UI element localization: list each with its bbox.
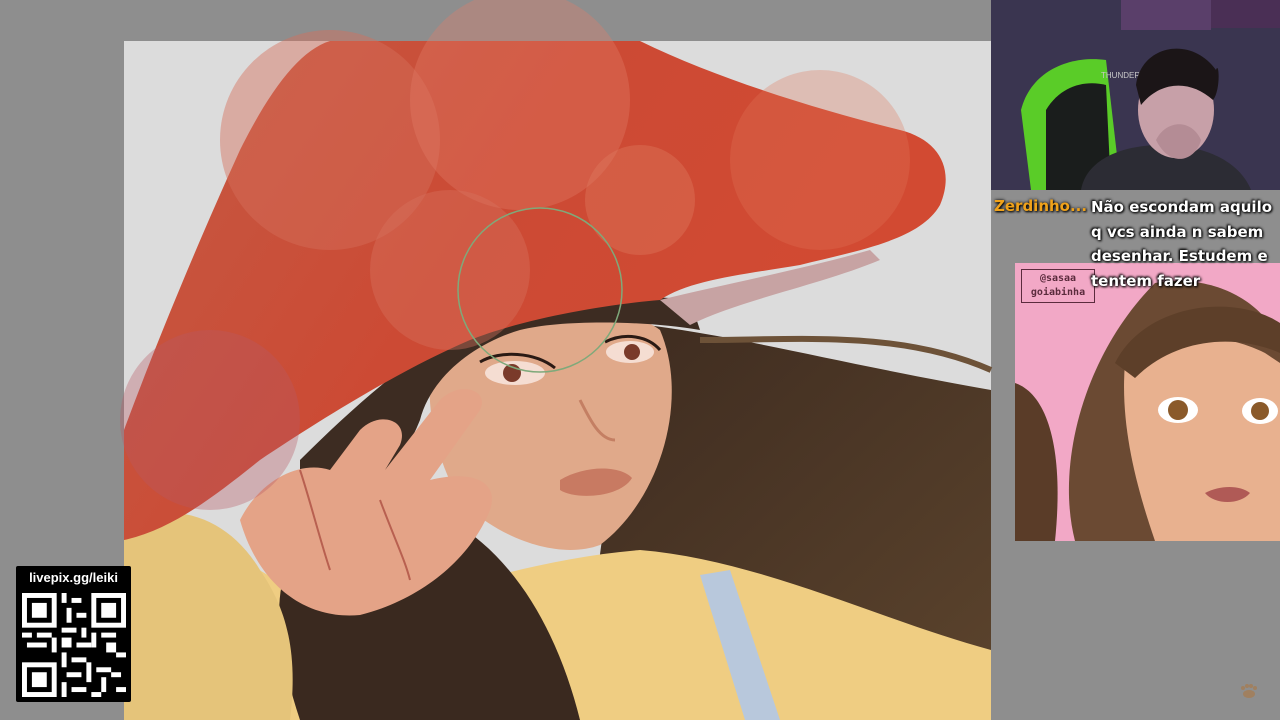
stream-overlay: THUNDERX3 @sasaa goiabinha Zerdinho... N… — [0, 0, 1280, 720]
credit-line-1: @sasaa — [1039, 273, 1077, 284]
reference-credit: @sasaa goiabinha — [1021, 269, 1095, 303]
paw-icon — [1241, 684, 1257, 698]
chat-line: Não escondam aquilo — [1091, 198, 1273, 216]
chat-username: Zerdinho... — [994, 197, 1088, 215]
chat-line: q vcs ainda n sabem — [1091, 222, 1264, 241]
chat-line: tentem fazer — [1091, 271, 1201, 290]
donation-url[interactable]: livepix.gg/leiki — [16, 570, 131, 585]
chat-line: desenhar. Estudem e — [1091, 247, 1268, 265]
chat-message: Não escondam aquilo q vcs ainda n sabem … — [1091, 195, 1277, 293]
qr-code-icon[interactable] — [22, 593, 126, 697]
reference-image — [1015, 263, 1280, 541]
webcam-feed: THUNDERX3 — [991, 0, 1280, 190]
credit-line-2: goiabinha — [1030, 287, 1086, 298]
